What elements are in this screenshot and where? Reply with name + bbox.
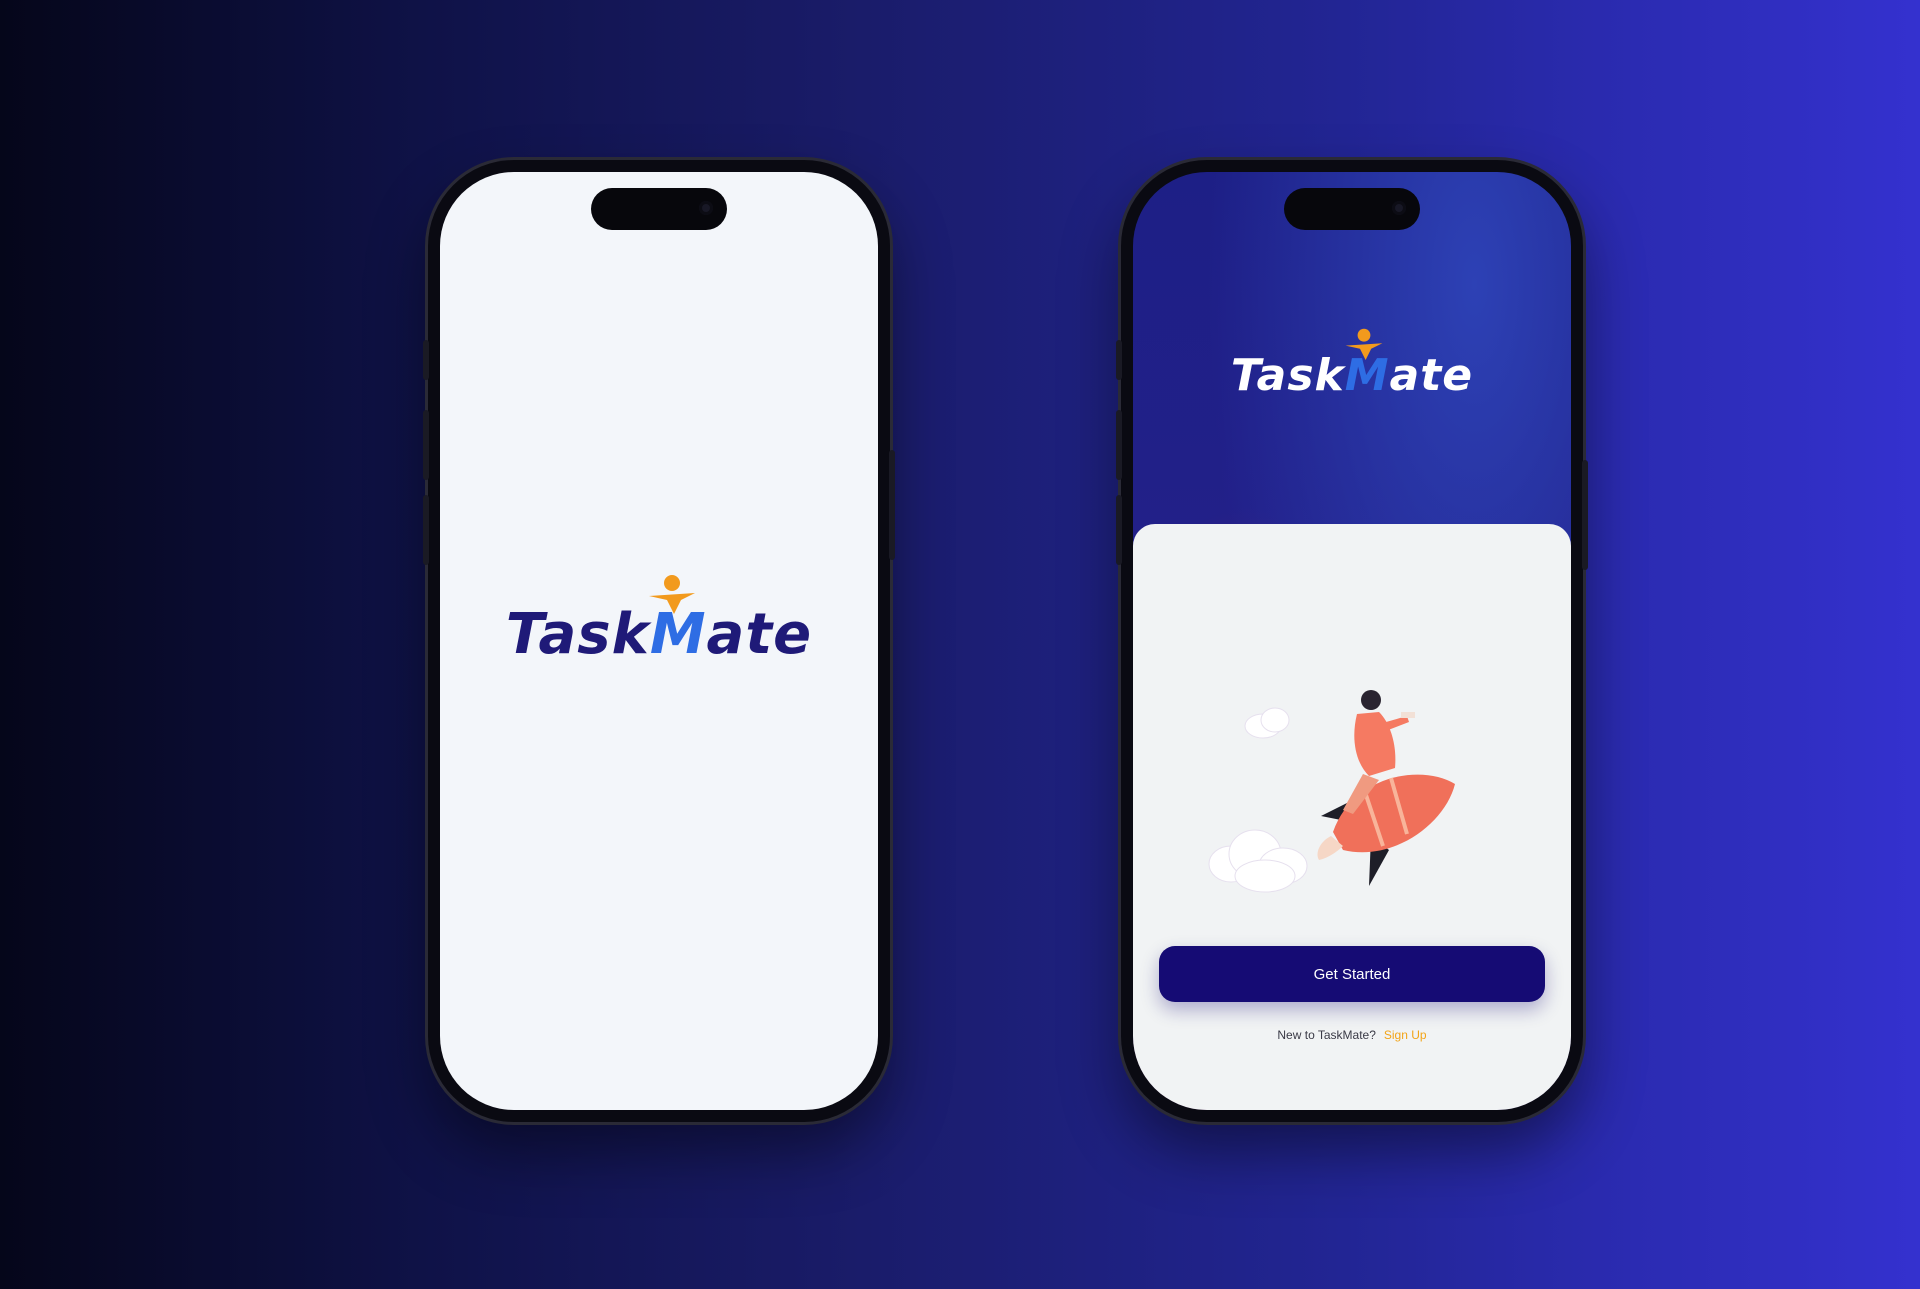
signup-prompt: New to TaskMate? Sign Up xyxy=(1133,1028,1571,1042)
cloud-icon xyxy=(1244,707,1290,739)
camera-icon xyxy=(699,201,713,215)
rocket-icon xyxy=(1317,774,1455,886)
taskmate-logo: TaskMate xyxy=(1133,328,1571,401)
taskmate-logo: TaskMate xyxy=(440,575,878,667)
volume-up-button xyxy=(1116,410,1122,480)
welcome-phone-frame: TaskMate Get Started New to TaskMate? Si… xyxy=(1116,160,1588,1122)
welcome-screen: TaskMate Get Started New to TaskMate? Si… xyxy=(1133,172,1571,1110)
logo-text-suffix: ate xyxy=(706,602,813,667)
dynamic-island xyxy=(1284,188,1420,230)
welcome-sheet: Get Started New to TaskMate? Sign Up xyxy=(1133,524,1571,1110)
camera-icon xyxy=(1392,201,1406,215)
person-mark-icon xyxy=(1345,328,1383,360)
logo-text-prefix: Task xyxy=(505,602,650,667)
get-started-button[interactable]: Get Started xyxy=(1159,946,1545,1002)
power-button xyxy=(1582,460,1588,570)
cloud-icon xyxy=(1208,829,1308,893)
volume-up-button xyxy=(423,410,429,480)
action-button xyxy=(423,340,429,380)
logo-text-prefix: Task xyxy=(1230,350,1345,401)
dynamic-island xyxy=(591,188,727,230)
person-mark-icon xyxy=(649,575,695,614)
signup-prompt-text: New to TaskMate? xyxy=(1277,1028,1376,1042)
sign-up-link[interactable]: Sign Up xyxy=(1384,1028,1427,1042)
volume-down-button xyxy=(423,495,429,565)
volume-down-button xyxy=(1116,495,1122,565)
splash-phone-frame: TaskMate xyxy=(423,160,895,1122)
rocket-rider-illustration xyxy=(1208,690,1455,893)
action-button xyxy=(1116,340,1122,380)
power-button xyxy=(889,450,895,560)
logo-text-suffix: ate xyxy=(1389,350,1474,401)
splash-screen: TaskMate xyxy=(440,172,878,1110)
